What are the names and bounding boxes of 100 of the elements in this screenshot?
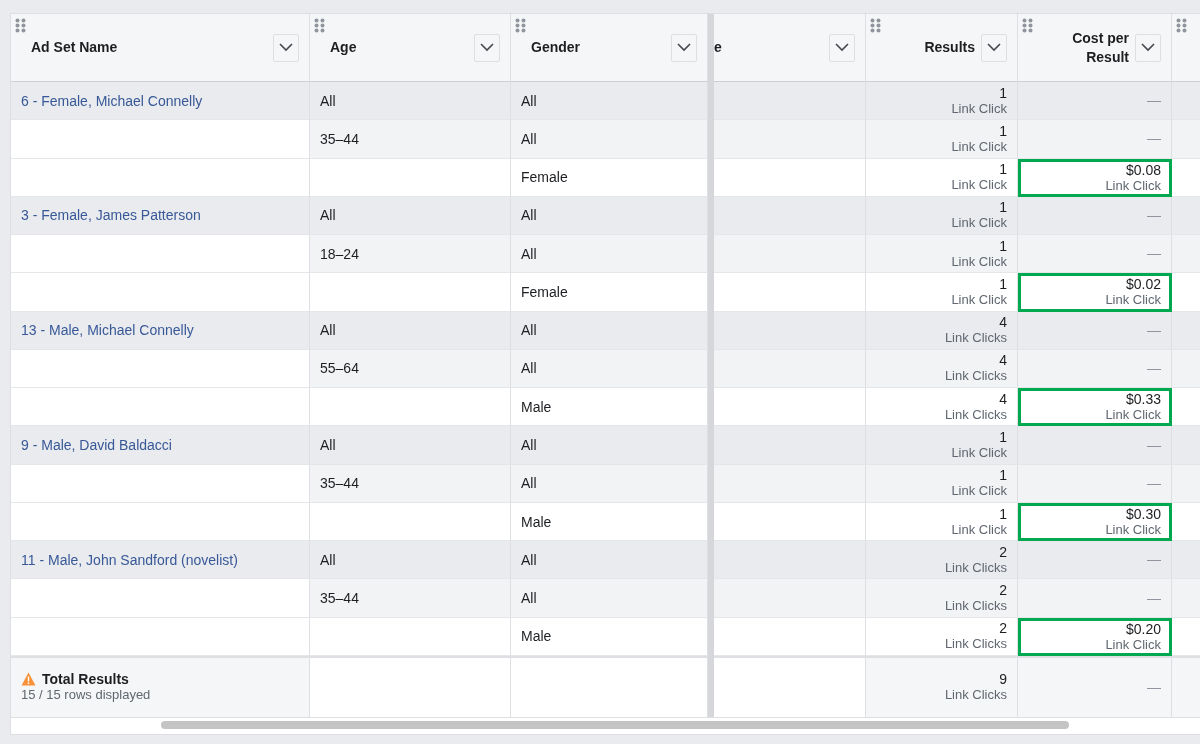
cost-unit: Link Click [1105,407,1161,423]
column-header[interactable]: Results [866,14,1018,82]
column-menu-button[interactable] [1135,33,1161,62]
gender-value: Female [521,283,568,300]
age-value: 18–24 [320,245,359,262]
results-value: 2 [999,544,1007,560]
results-value: 1 [999,238,1007,254]
results-value: 4 [999,391,1007,407]
cost-value: — [1147,246,1161,262]
drag-handle-icon[interactable] [314,18,325,33]
ad-set-name-link[interactable]: 6 - Female, Michael Connelly [21,92,203,109]
results-unit: Link Click [951,483,1007,499]
cost-unit: Link Click [1105,636,1161,652]
results-unit: Link Clicks [944,406,1007,422]
column-header[interactable]: Ad Set Name [11,14,310,82]
column-menu-button[interactable] [273,33,299,62]
column-title: Gender [531,38,581,57]
results-value: 1 [999,468,1007,484]
chevron-down-icon [677,43,691,52]
column-header[interactable]: Cost per Result [1018,14,1172,82]
results-value: 1 [999,200,1007,216]
cost-value: $0.02 [1125,277,1161,293]
gender-value: Male [521,628,552,645]
column-menu-button[interactable] [474,33,500,62]
results-unit: Link Click [951,100,1007,116]
drag-handle-icon[interactable] [15,18,26,33]
results-unit: Link Clicks [944,636,1007,652]
gender-value: All [521,130,537,147]
results-value: 1 [999,162,1007,178]
cost-unit: Link Click [1105,177,1161,193]
column-menu-button[interactable] [829,33,855,62]
results-unit: Link Click [951,177,1007,193]
results-value: 2 [999,621,1007,637]
gender-value: All [521,475,537,492]
age-value: All [320,322,336,339]
ad-set-name-link[interactable]: 9 - Male, David Baldacci [21,437,172,453]
gender-value: Male [521,398,552,415]
age-value: All [320,207,336,224]
results-unit: Link Click [951,521,1007,537]
results-unit: Link Click [951,253,1007,269]
column-header[interactable]: e [714,14,866,82]
chevron-down-icon [480,43,494,52]
cost-value: — [1147,322,1161,338]
chevron-down-icon [987,43,1001,52]
results-value: 1 [999,430,1007,445]
age-value: All [320,551,336,568]
column-title: Ad Set Name [31,38,119,57]
column-title: Age [330,38,358,57]
gender-value: All [521,590,537,607]
cost-value: $0.20 [1125,621,1161,637]
age-value: 55–64 [320,360,359,377]
ad-set-name-link[interactable]: 11 - Male, John Sandford (novelist) [21,551,238,568]
column-header[interactable]: Gender [511,14,708,82]
column-title: e [714,38,723,57]
warning-icon [21,672,36,687]
results-unit: Link Clicks [944,330,1007,346]
cost-unit: Link Click [1105,522,1161,538]
ad-set-name-link[interactable]: 13 - Male, Michael Connelly [21,322,194,339]
gender-value: All [521,437,537,453]
cost-value: — [1147,131,1161,147]
gender-value: All [521,92,537,109]
ad-set-name-link[interactable]: 3 - Female, James Patterson [21,207,201,224]
cost-value: — [1147,590,1161,606]
results-unit: Link Clicks [944,559,1007,575]
scrollbar-thumb[interactable] [161,721,1069,729]
chevron-down-icon [279,43,293,52]
cost-value: — [1147,93,1161,109]
drag-handle-icon[interactable] [1176,18,1187,33]
column-title: Cost per Result [1071,28,1129,67]
gender-value: Male [521,513,552,530]
total-results-label: Total Results [21,671,299,688]
cost-value: $0.08 [1125,162,1161,178]
age-value: All [320,437,336,453]
cost-unit: Link Click [1105,292,1161,308]
age-value: 35–44 [320,130,359,147]
chevron-down-icon [835,43,849,52]
gender-value: Female [521,169,568,186]
drag-handle-icon[interactable] [515,18,526,33]
rows-displayed-text: 15 / 15 rows displayed [21,687,152,704]
results-unit: Link Click [951,445,1007,460]
column-header[interactable]: Age [310,14,511,82]
chevron-down-icon [1141,43,1155,52]
cost-value: $0.30 [1125,507,1161,523]
cost-value: — [1147,552,1161,568]
gender-value: All [521,207,537,224]
cost-value: — [1147,207,1161,223]
drag-handle-icon[interactable] [1022,18,1033,33]
results-value: 1 [999,276,1007,292]
column-menu-button[interactable] [671,33,697,62]
cost-value: — [1147,475,1161,491]
results-unit: Link Clicks [944,368,1007,384]
gender-value: All [521,551,537,568]
age-value: 35–44 [320,475,359,492]
results-value: 4 [999,315,1007,331]
age-value: All [320,92,336,109]
total-results-unit: Link Clicks [944,687,1007,704]
drag-handle-icon[interactable] [870,18,881,33]
total-results-value: 9 [999,671,1007,688]
results-value: 4 [999,353,1007,369]
column-menu-button[interactable] [981,33,1007,62]
